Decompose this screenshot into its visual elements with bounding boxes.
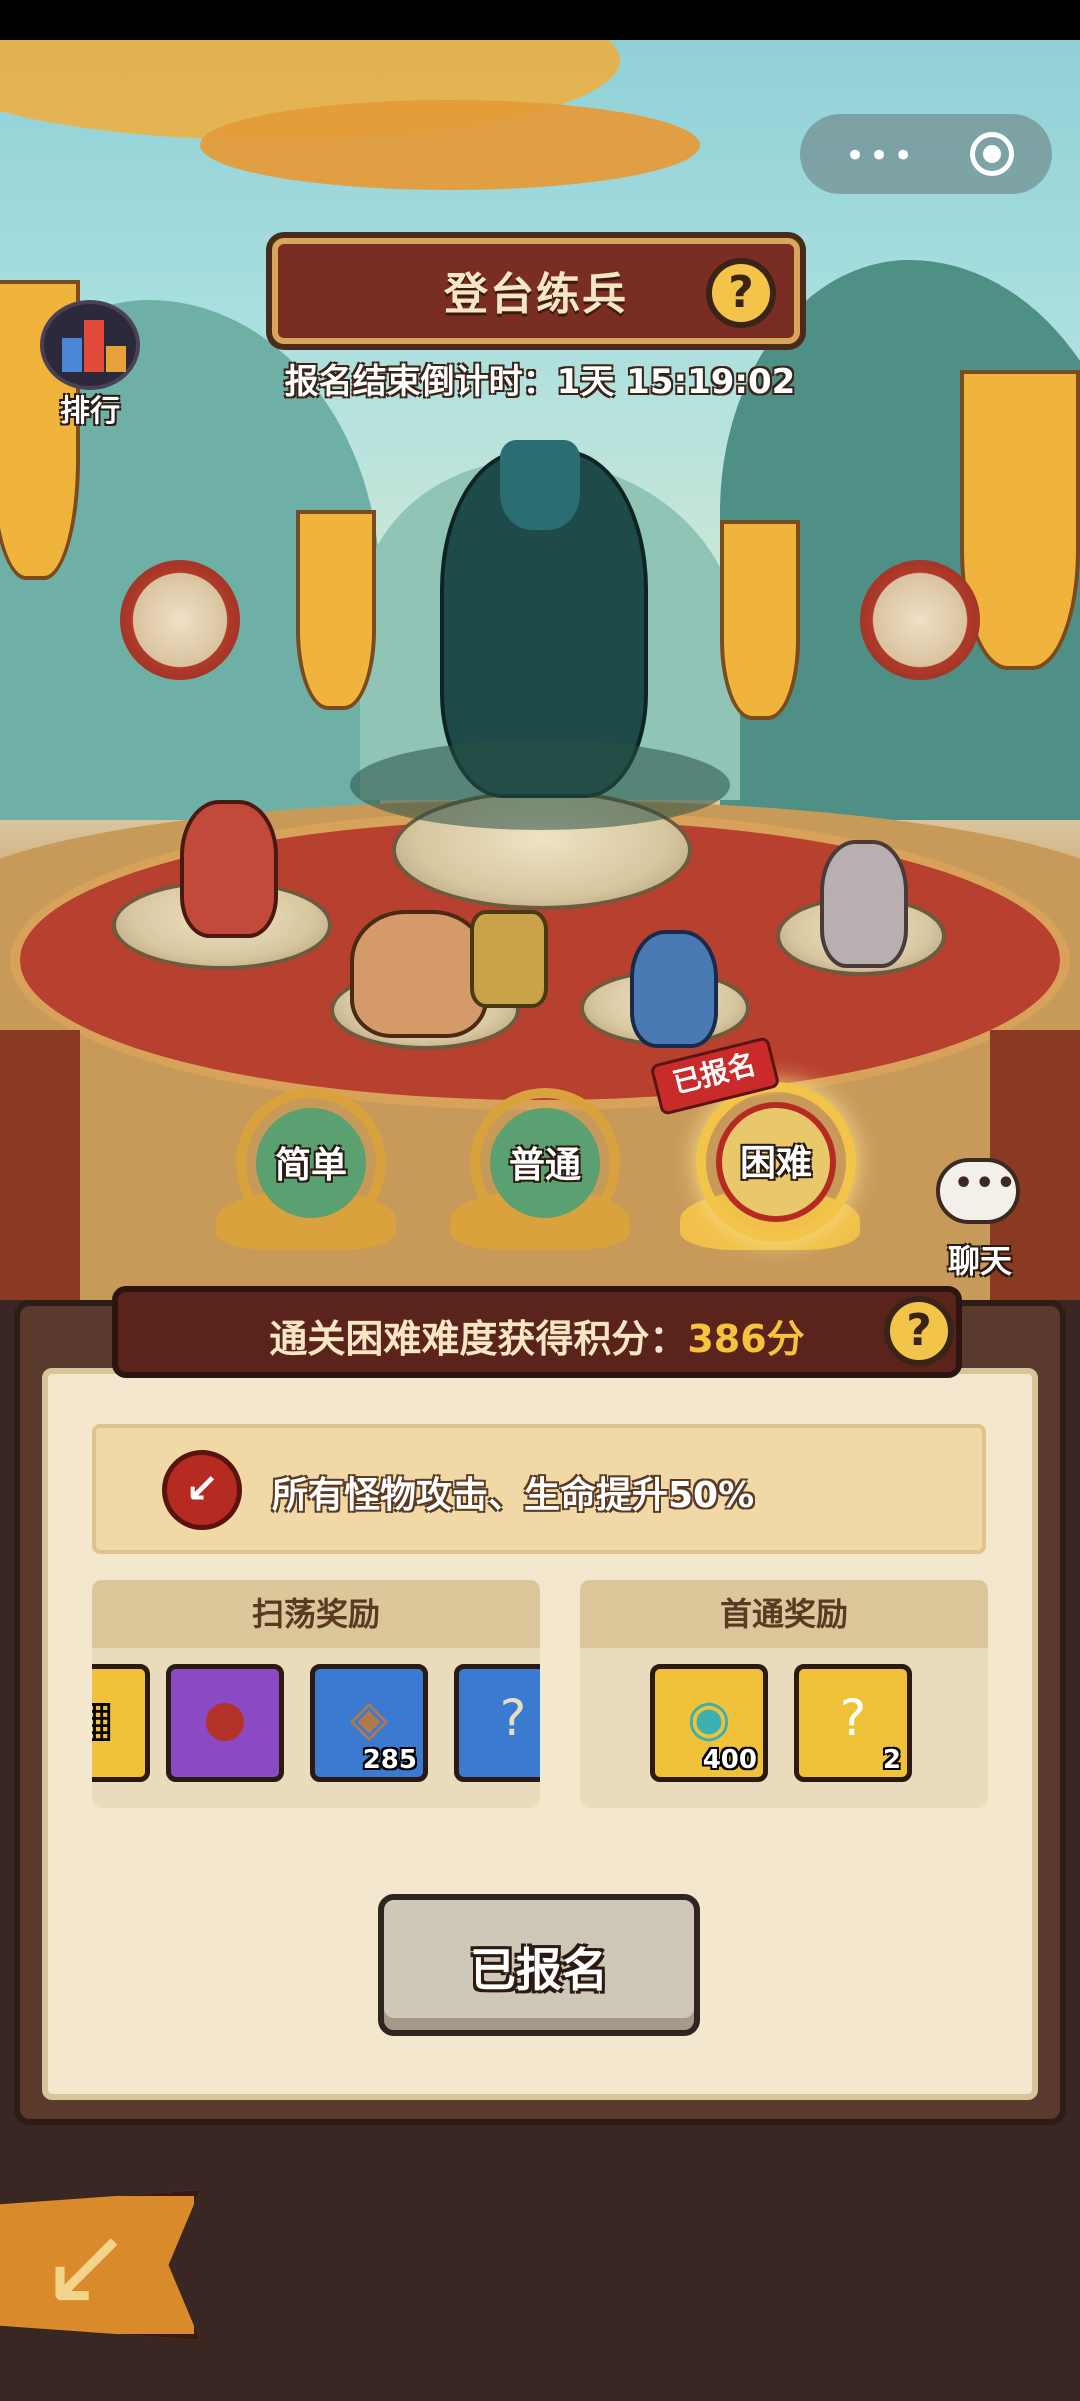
item-count: 2: [882, 1745, 901, 1775]
coin-icon: ◈: [349, 1689, 389, 1747]
jade-dragon-icon: ◉: [687, 1689, 731, 1747]
boss-smoke: [350, 740, 730, 830]
first-clear-rewards-title: 首通奖励: [580, 1580, 988, 1648]
more-icon[interactable]: •••: [845, 136, 917, 176]
first-clear-rewards-box: 首通奖励 ◉ 400 ? 2: [580, 1580, 988, 1808]
arrow-down-icon: ↙: [162, 1450, 242, 1530]
chat-bubble-icon: •••: [936, 1158, 1020, 1224]
question-icon: ?: [906, 1305, 932, 1356]
close-target-icon[interactable]: [970, 132, 1014, 176]
status-bar: [0, 0, 1080, 40]
buff-text: 所有怪物攻击、生命提升50%: [272, 1475, 755, 1516]
coin-item[interactable]: ◈ 285: [310, 1664, 428, 1782]
registration-countdown: 报名结束倒计时：1天 15:19:02: [284, 362, 796, 402]
drum-right: [860, 560, 980, 680]
jade-dragon-item[interactable]: ◉ 400: [650, 1664, 768, 1782]
dagger-hero: [630, 930, 718, 1048]
drum-left: [120, 560, 240, 680]
difficulty-hard-label: 困难: [739, 1143, 812, 1184]
difficulty-normal-label: 普通: [508, 1145, 581, 1186]
miniprogram-capsule[interactable]: •••: [800, 114, 1052, 194]
boss-hat: [500, 440, 580, 530]
chat-button[interactable]: ••• 聊天: [930, 1158, 1030, 1280]
item-count: 400: [702, 1745, 757, 1775]
registered-button-label: 已报名: [470, 1943, 608, 1997]
fence-left: [0, 1030, 80, 1310]
score-text: 通关困难难度获得积分：386分: [269, 1317, 805, 1361]
scroll-item[interactable]: ?: [454, 1664, 540, 1782]
score-value: 386分: [687, 1317, 805, 1361]
question-icon: ?: [728, 267, 754, 318]
back-arrow-icon: ↙: [40, 2201, 133, 2329]
chat-label: 聊天: [947, 1242, 1012, 1280]
cloud-decoration: [200, 100, 700, 190]
musician-hero: [820, 840, 908, 968]
difficulty-normal-button[interactable]: 普通: [470, 1088, 620, 1238]
banner-right-2: [720, 520, 800, 720]
difficulty-easy-label: 简单: [274, 1145, 347, 1186]
banner-left-2: [296, 510, 376, 710]
item-count: 285: [362, 1745, 417, 1775]
chest-item[interactable]: ▦: [92, 1664, 150, 1782]
warrior-hero: [350, 910, 488, 1038]
sweep-rewards-title: 扫荡奖励: [92, 1580, 540, 1648]
difficulty-easy-button[interactable]: 简单: [236, 1088, 386, 1238]
mystery-chest-item[interactable]: ? 2: [794, 1664, 912, 1782]
mystery-chest-icon: ?: [839, 1689, 867, 1747]
scroll-icon: ?: [499, 1689, 527, 1747]
registered-button[interactable]: 已报名: [378, 1894, 700, 2036]
difficulty-hard-button[interactable]: 困难: [696, 1082, 856, 1242]
archer-hero: [180, 800, 278, 938]
sweep-rewards-box: 扫荡奖励 ▦ ● ◈285 ?: [92, 1580, 540, 1808]
chest-icon: ▦: [92, 1689, 145, 1747]
score-plate: 通关困难难度获得积分：386分: [112, 1286, 962, 1378]
wine-jar-icon: ●: [203, 1689, 247, 1747]
buff-banner: ↙ 所有怪物攻击、生命提升50%: [92, 1424, 986, 1554]
score-help-button[interactable]: ?: [884, 1296, 954, 1366]
help-button[interactable]: ?: [706, 258, 776, 328]
hammer-weapon: [470, 910, 548, 1008]
wine-jar-item[interactable]: ●: [166, 1664, 284, 1782]
